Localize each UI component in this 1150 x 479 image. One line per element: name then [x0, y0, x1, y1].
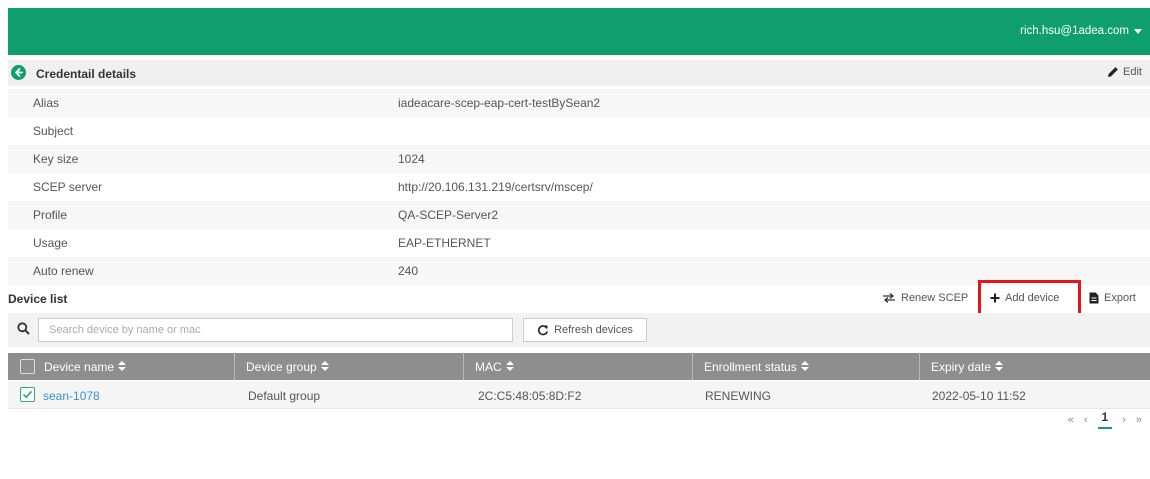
edit-button[interactable]: Edit: [1107, 66, 1142, 78]
col-enrollment-status[interactable]: Enrollment status: [704, 353, 809, 380]
col-label: Enrollment status: [704, 359, 797, 374]
details-header: Credentail details Edit: [8, 60, 1150, 86]
mac-cell: 2C:C5:48:05:8D:F2: [478, 389, 582, 403]
detail-value: 1024: [398, 152, 425, 166]
col-mac[interactable]: MAC: [475, 353, 514, 380]
renew-scep-label: Renew SCEP: [901, 292, 969, 304]
detail-label: Key size: [33, 152, 79, 166]
export-label: Export: [1104, 292, 1136, 304]
detail-row-key-size: Key size 1024: [8, 145, 1150, 173]
top-bar: rich.hsu@1adea.com: [8, 8, 1150, 55]
refresh-devices-button[interactable]: Refresh devices: [523, 318, 647, 342]
first-page-button[interactable]: «: [1068, 414, 1074, 426]
detail-label: Auto renew: [33, 264, 94, 278]
device-name-link[interactable]: sean-1078: [43, 389, 100, 403]
column-divider: [692, 353, 693, 380]
detail-value: 240: [398, 264, 419, 278]
pencil-icon: [1108, 67, 1118, 77]
detail-row-subject: Subject: [8, 117, 1150, 145]
col-device-name[interactable]: Device name: [44, 353, 127, 380]
export-button[interactable]: Export: [1089, 292, 1136, 304]
device-group-cell: Default group: [248, 389, 321, 403]
sort-icon: [505, 361, 514, 372]
user-menu[interactable]: rich.hsu@1adea.com: [1020, 25, 1142, 37]
back-arrow-icon[interactable]: [11, 65, 26, 80]
device-list-title: Device list: [8, 292, 68, 306]
current-page[interactable]: 1: [1097, 410, 1113, 429]
col-label: Device name: [44, 359, 115, 374]
detail-label: Subject: [33, 124, 74, 138]
table-row: sean-1078 Default group 2C:C5:48:05:8D:F…: [8, 381, 1150, 409]
detail-value: EAP-ETHERNET: [398, 236, 491, 250]
sort-icon: [118, 361, 127, 372]
row-checkbox[interactable]: [20, 387, 35, 402]
edit-label: Edit: [1123, 66, 1142, 78]
detail-row-alias: Alias iadeacare-scep-eap-cert-testBySean…: [8, 89, 1150, 117]
refresh-devices-label: Refresh devices: [554, 324, 633, 336]
sort-icon: [995, 361, 1004, 372]
user-email: rich.hsu@1adea.com: [1020, 25, 1129, 37]
column-divider: [463, 353, 464, 380]
col-label: Device group: [246, 359, 317, 374]
enrollment-status-cell: RENEWING: [705, 389, 771, 403]
detail-label: Alias: [33, 96, 60, 110]
expiry-date-cell: 2022-05-10 11:52: [932, 389, 1026, 403]
detail-row-profile: Profile QA-SCEP-Server2: [8, 201, 1150, 229]
column-divider: [919, 353, 920, 380]
pagination: « ‹ 1 › »: [1068, 410, 1142, 429]
col-expiry-date[interactable]: Expiry date: [931, 353, 1004, 380]
caret-down-icon: [1134, 28, 1142, 34]
detail-value: QA-SCEP-Server2: [398, 208, 499, 222]
detail-value: iadeacare-scep-eap-cert-testBySean2: [398, 96, 601, 110]
detail-row-scep-server: SCEP server http://20.106.131.219/certsr…: [8, 173, 1150, 201]
prev-page-button[interactable]: ‹: [1084, 414, 1088, 426]
col-label: Expiry date: [931, 359, 992, 374]
refresh-icon: [538, 325, 549, 336]
col-device-group[interactable]: Device group: [246, 353, 329, 380]
last-page-button[interactable]: »: [1136, 414, 1142, 426]
search-bar: Refresh devices: [8, 313, 1150, 347]
select-all-checkbox[interactable]: [20, 359, 35, 374]
detail-row-usage: Usage EAP-ETHERNET: [8, 229, 1150, 257]
detail-value: http://20.106.131.219/certsrv/mscep/: [398, 180, 593, 194]
details-title: Credentail details: [36, 67, 137, 81]
detail-label: Usage: [33, 236, 68, 250]
renew-scep-button[interactable]: Renew SCEP: [882, 292, 968, 304]
renew-icon: [883, 293, 895, 303]
checkmark-icon: [22, 390, 33, 399]
export-file-icon: [1089, 292, 1099, 304]
detail-label: Profile: [33, 208, 68, 222]
col-label: MAC: [475, 359, 502, 374]
sort-icon: [800, 361, 809, 372]
search-icon: [17, 322, 30, 335]
next-page-button[interactable]: ›: [1122, 414, 1126, 426]
column-divider: [234, 353, 235, 380]
sort-icon: [320, 361, 329, 372]
search-input[interactable]: [38, 318, 513, 342]
detail-label: SCEP server: [33, 180, 103, 194]
table-header: Device name Device group MAC Enrollment …: [8, 353, 1150, 380]
